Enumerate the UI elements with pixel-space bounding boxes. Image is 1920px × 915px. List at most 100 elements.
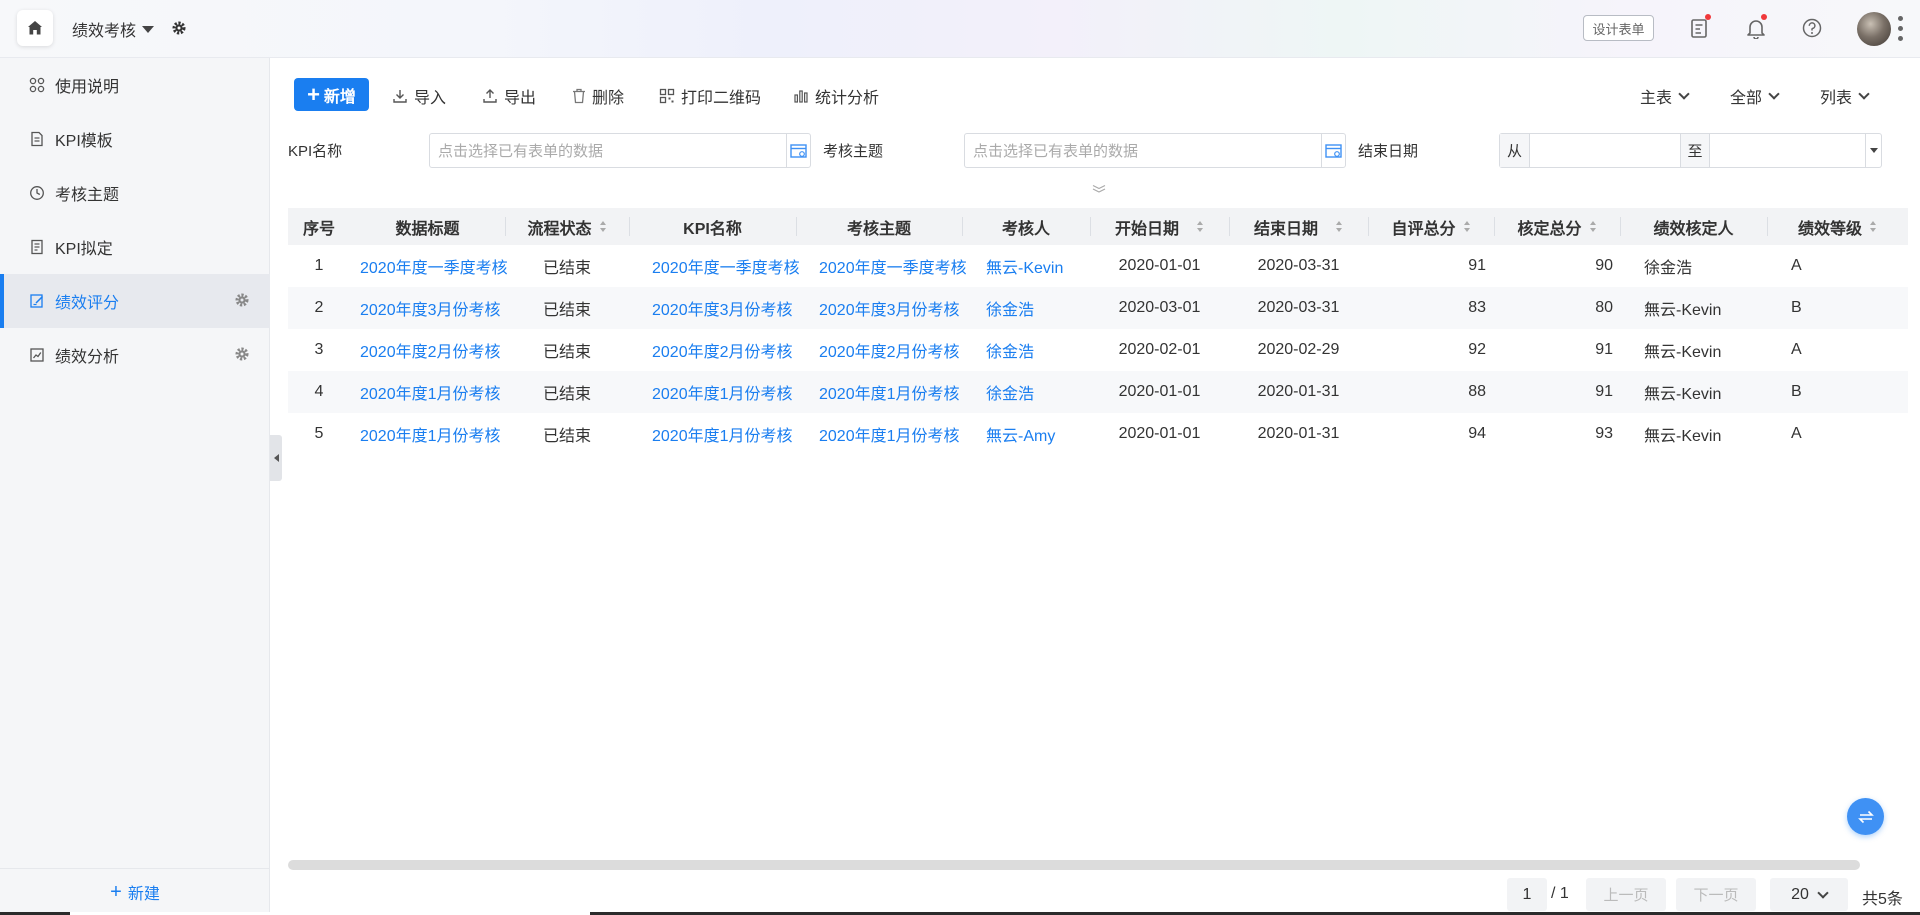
sidebar-new-button[interactable]: + 新建 <box>0 868 270 915</box>
gear-icon <box>172 21 186 35</box>
statistics-button[interactable]: 统计分析 <box>793 84 879 108</box>
view-mode-select[interactable]: 列表 <box>1820 84 1870 108</box>
gear-icon[interactable] <box>234 292 250 313</box>
end-date: 2020-03-31 <box>1257 257 1340 274</box>
app-settings-button[interactable] <box>171 20 187 41</box>
sidebar-item-theme[interactable]: 考核主题 <box>0 166 270 220</box>
data-title-link[interactable]: 2020年度一季度考核 <box>360 245 508 287</box>
import-button[interactable]: 导入 <box>392 84 446 108</box>
gear-icon[interactable] <box>234 346 250 367</box>
add-record-button[interactable]: + 新增 <box>294 78 369 111</box>
print-qrcode-button[interactable]: 打印二维码 <box>659 84 761 108</box>
sidebar-item-kpi-draft[interactable]: KPI拟定 <box>0 220 270 274</box>
theme-filter-input[interactable]: 点击选择已有表单的数据 <box>964 133 1346 168</box>
todo-button[interactable] <box>1688 14 1712 41</box>
kpi-name-link[interactable]: 2020年度1月份考核 <box>652 413 793 455</box>
top-bar: 绩效考核 设计表单 <box>0 0 1920 58</box>
table-row[interactable]: 3 2020年度2月份考核 已结束 2020年度2月份考核 2020年度2月份考… <box>288 329 1908 371</box>
import-label: 导入 <box>414 90 447 107</box>
clipboard-icon <box>1691 19 1707 38</box>
theme-link[interactable]: 2020年度1月份考核 <box>819 371 960 413</box>
column-header[interactable]: 结束日期 <box>1229 208 1368 245</box>
kpi-name-link[interactable]: 2020年度一季度考核 <box>652 245 800 287</box>
self-score: 88 <box>1468 383 1486 400</box>
sidebar-item-instructions[interactable]: 使用说明 <box>0 58 270 112</box>
next-page-button[interactable]: 下一页 <box>1676 878 1756 911</box>
start-date: 2020-02-01 <box>1118 341 1201 358</box>
assessor-link[interactable]: 徐金浩 <box>986 287 1034 329</box>
prev-page-button[interactable]: 上一页 <box>1586 878 1666 911</box>
column-header[interactable]: 流程状态 <box>505 208 629 245</box>
date-from-input[interactable] <box>1530 134 1680 167</box>
sort-icon <box>599 220 607 233</box>
data-title-link[interactable]: 2020年度3月份考核 <box>360 287 501 329</box>
sidebar-item-kpi-template[interactable]: KPI模板 <box>0 112 270 166</box>
double-chevron-down-icon <box>1092 184 1106 193</box>
data-title-link[interactable]: 2020年度2月份考核 <box>360 329 501 371</box>
grade: A <box>1791 341 1802 358</box>
column-header[interactable]: 考核主题 <box>796 208 962 245</box>
design-form-button[interactable]: 设计表单 <box>1583 15 1654 41</box>
column-header[interactable]: KPI名称 <box>629 208 796 245</box>
more-menu-button[interactable] <box>1898 16 1903 41</box>
assessor-link[interactable]: 徐金浩 <box>986 329 1034 371</box>
chevron-down-icon <box>1858 88 1870 100</box>
column-header[interactable]: 考核人 <box>962 208 1090 245</box>
column-header[interactable]: 绩效核定人 <box>1620 208 1767 245</box>
theme-link[interactable]: 2020年度3月份考核 <box>819 287 960 329</box>
kpi-name-link[interactable]: 2020年度3月份考核 <box>652 287 793 329</box>
column-header[interactable]: 绩效等级 <box>1767 208 1908 245</box>
assessor-link[interactable]: 徐金浩 <box>986 371 1034 413</box>
table-row[interactable]: 5 2020年度1月份考核 已结束 2020年度1月份考核 2020年度1月份考… <box>288 413 1908 455</box>
table-row[interactable]: 2 2020年度3月份考核 已结束 2020年度3月份考核 2020年度3月份考… <box>288 287 1908 329</box>
start-date: 2020-01-01 <box>1118 425 1201 442</box>
approved-score: 93 <box>1595 425 1613 442</box>
scope-select[interactable]: 全部 <box>1730 84 1780 108</box>
date-to-input[interactable] <box>1710 134 1865 167</box>
kpi-name-link[interactable]: 2020年度1月份考核 <box>652 371 793 413</box>
theme-link[interactable]: 2020年度1月份考核 <box>819 413 960 455</box>
kpi-filter-input[interactable]: 点击选择已有表单的数据 <box>429 133 811 168</box>
date-dropdown-button[interactable] <box>1865 134 1881 167</box>
column-header[interactable]: 开始日期 <box>1090 208 1229 245</box>
form-picker-icon[interactable] <box>786 134 810 167</box>
sidebar-collapse-handle[interactable] <box>270 435 282 481</box>
assessor-link[interactable]: 無云-Amy <box>986 413 1055 455</box>
current-page-input[interactable]: 1 <box>1507 878 1547 911</box>
expand-filters-button[interactable] <box>1091 181 1107 199</box>
total-pages: / 1 <box>1551 885 1569 902</box>
app-switcher[interactable]: 绩效考核 <box>72 17 155 41</box>
sort-icon <box>1463 220 1471 233</box>
theme-link[interactable]: 2020年度2月份考核 <box>819 329 960 371</box>
approver: 無云-Kevin <box>1644 386 1722 403</box>
home-button[interactable] <box>17 10 53 46</box>
column-header[interactable]: 序号 <box>288 208 350 245</box>
delete-button[interactable]: 删除 <box>572 84 624 108</box>
sidebar-item-performance-analysis[interactable]: 绩效分析 <box>0 328 270 382</box>
self-score: 92 <box>1468 341 1486 358</box>
trash-icon <box>573 88 585 104</box>
date-from-label: 从 <box>1500 134 1530 167</box>
column-header[interactable]: 核定总分 <box>1494 208 1620 245</box>
notifications-button[interactable] <box>1745 14 1769 41</box>
kpi-name-link[interactable]: 2020年度2月份考核 <box>652 329 793 371</box>
data-title-link[interactable]: 2020年度1月份考核 <box>360 413 501 455</box>
table-row[interactable]: 4 2020年度1月份考核 已结束 2020年度1月份考核 2020年度1月份考… <box>288 371 1908 413</box>
data-title-link[interactable]: 2020年度1月份考核 <box>360 371 501 413</box>
table-row[interactable]: 1 2020年度一季度考核 已结束 2020年度一季度考核 2020年度一季度考… <box>288 245 1908 287</box>
column-header[interactable]: 数据标题 <box>350 208 505 245</box>
theme-link[interactable]: 2020年度一季度考核 <box>819 245 967 287</box>
form-picker-icon[interactable] <box>1321 134 1345 167</box>
approved-score: 80 <box>1595 299 1613 316</box>
sidebar-item-performance-score[interactable]: 绩效评分 <box>0 274 270 328</box>
switch-view-fab[interactable] <box>1847 798 1884 835</box>
sort-icon <box>1197 220 1204 233</box>
assessor-link[interactable]: 無云-Kevin <box>986 245 1063 287</box>
page-size-select[interactable]: 20 <box>1770 878 1848 911</box>
export-button[interactable]: 导出 <box>482 84 536 108</box>
user-avatar[interactable] <box>1857 12 1891 46</box>
column-header[interactable]: 自评总分 <box>1368 208 1494 245</box>
main-table-select[interactable]: 主表 <box>1640 84 1690 108</box>
help-button[interactable] <box>1801 17 1825 41</box>
horizontal-scrollbar[interactable] <box>288 860 1860 870</box>
